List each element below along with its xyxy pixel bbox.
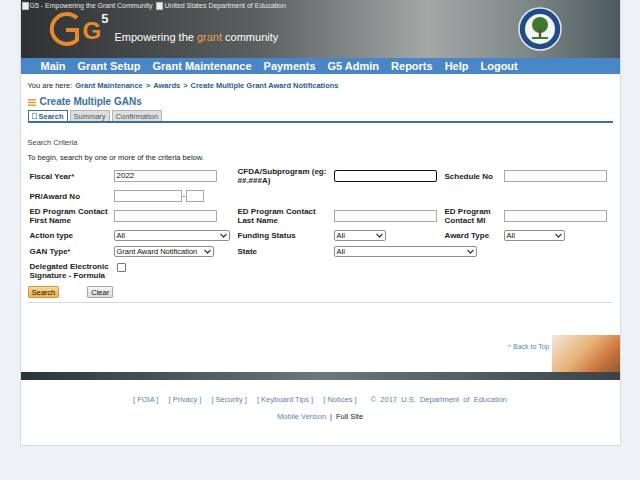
broken-image-alts: G5 - Empowering the Grant Community Unite… — [21, 0, 286, 10]
nav-item[interactable]: Logout — [480, 58, 517, 74]
text-input[interactable] — [504, 170, 607, 182]
dropdown-arrow-icon — [376, 233, 383, 238]
department-seal-icon — [518, 7, 562, 51]
search-button[interactable]: Search — [28, 286, 60, 298]
instruction-text: To begin, search by one or more of the c… — [28, 153, 613, 162]
text-input[interactable] — [504, 210, 607, 222]
search-form: Fiscal Year*2022 CFDA/Subprogram (eg: ##.… — [28, 167, 613, 280]
g5-swoosh-icon — [47, 10, 81, 48]
content: You are here:Grant Maintenance>Awards>Cr… — [21, 74, 620, 303]
field-label: Delegated Electronic Signature - Formula — [30, 262, 114, 280]
copyright: © 2017 U.S. Department of Education — [371, 395, 507, 404]
field-label: ED Program Contact First Name — [30, 207, 114, 225]
logo-letter: G — [83, 18, 102, 44]
select-dropdown[interactable]: All — [114, 230, 230, 241]
site-version-links: Mobile Version|Full Site — [277, 412, 363, 421]
dropdown-arrow-icon — [204, 249, 211, 254]
award-prefix-input[interactable] — [114, 190, 182, 202]
text-input[interactable] — [334, 170, 437, 182]
back-to-top-link[interactable]: ^ Back to Top — [508, 342, 550, 372]
tab-bar: SearchSummaryConfirmation — [28, 110, 613, 123]
footer-link[interactable]: [ Security ] — [211, 395, 246, 404]
form-row: Action typeAllFunding StatusAllAward Typ… — [30, 230, 613, 241]
nav-item[interactable]: Main — [41, 58, 66, 74]
classroom-photo — [552, 335, 620, 372]
logo-number: 5 — [101, 12, 108, 26]
award-number-inputs: - — [114, 190, 238, 202]
breadcrumb-link[interactable]: Grant Maintenance — [75, 81, 143, 90]
award-separator: - — [183, 191, 186, 201]
image-alt-text: United States Department of Education — [164, 1, 285, 10]
footer-link[interactable]: [ Notices ] — [323, 395, 356, 404]
nav-item[interactable]: Reports — [391, 58, 433, 74]
field-label: State — [238, 247, 334, 256]
field-label: Funding Status — [238, 231, 334, 240]
tab[interactable]: Confirmation — [112, 110, 163, 121]
page: G5 - Empowering the Grant Community Unite… — [0, 0, 640, 480]
section-title: Search Criteria — [28, 138, 613, 147]
form-row: Fiscal Year*2022 CFDA/Subprogram (eg: ##.… — [30, 167, 613, 185]
image-alt-text: G5 - Empowering the Grant Community — [30, 1, 153, 10]
site-version-link[interactable]: Mobile Version — [277, 412, 326, 421]
select-dropdown[interactable]: All — [334, 230, 386, 241]
nav-item[interactable]: Grant Setup — [78, 58, 141, 74]
header-banner: G5 - Empowering the Grant Community Unite… — [21, 0, 620, 58]
tab[interactable]: Summary — [70, 110, 110, 121]
logo: G5 Empowering the grant community — [21, 10, 286, 48]
bottom-area: ^ Back to Top — [21, 335, 620, 372]
field-label: ED Program Contact Last Name — [238, 207, 334, 225]
nav-item[interactable]: Payments — [264, 58, 316, 74]
field-label: Schedule No — [445, 172, 504, 181]
nav-bar: Main Grant Setup Grant Maintenance Payments… — [21, 58, 620, 74]
field-label: CFDA/Subprogram (eg: ##.###A) — [238, 167, 334, 185]
footer-link[interactable]: [ Keyboard Tips ] — [257, 395, 313, 404]
award-suffix-input[interactable] — [186, 190, 204, 202]
list-icon — [28, 99, 36, 106]
footer-link[interactable]: [ FOIA ] — [133, 395, 158, 404]
nav-item[interactable]: Help — [445, 58, 469, 74]
field-label: ED Program Contact MI — [445, 207, 504, 225]
form-row: Delegated Electronic Signature - Formula — [30, 262, 613, 280]
divider — [28, 302, 613, 303]
form-row: PR/Award No - — [30, 190, 613, 202]
checkbox[interactable] — [117, 263, 126, 272]
field-label: PR/Award No — [30, 192, 114, 201]
form-row: GAN Type*Grant Award Notification StateAl… — [30, 246, 613, 257]
main-panel: G5 - Empowering the Grant Community Unite… — [20, 0, 621, 446]
tab[interactable]: Search — [28, 110, 68, 121]
breadcrumb: You are here:Grant Maintenance>Awards>Cr… — [28, 81, 613, 90]
field-label: GAN Type* — [30, 247, 114, 256]
text-input[interactable] — [114, 210, 217, 222]
form-row: ED Program Contact First Name ED Program … — [30, 207, 613, 225]
footer-band — [21, 372, 620, 380]
tagline: Empowering the grant community — [114, 31, 278, 44]
select-dropdown[interactable]: All — [504, 230, 565, 241]
footer: [ FOIA ] [ Privacy ] [ Security ] [ Keyboar… — [21, 395, 620, 421]
tab-marker-icon — [32, 113, 37, 119]
dropdown-arrow-icon — [467, 249, 474, 254]
clear-button[interactable]: Clear — [87, 286, 113, 298]
site-version-link: Full Site — [336, 412, 363, 421]
dropdown-arrow-icon — [555, 233, 562, 238]
field-label: Action type — [30, 231, 114, 240]
select-dropdown[interactable]: All — [334, 246, 477, 257]
field-label: Award Type — [445, 231, 504, 240]
breadcrumb-link[interactable]: Awards — [153, 81, 180, 90]
text-input[interactable]: 2022 — [114, 170, 217, 182]
nav-item[interactable]: Grant Maintenance — [153, 58, 252, 74]
page-title: Create Multiple GANs — [28, 96, 613, 108]
field-label: Fiscal Year* — [30, 172, 114, 181]
nav-item[interactable]: G5 Admin — [328, 58, 380, 74]
broken-image-icon — [156, 2, 163, 10]
select-dropdown[interactable]: Grant Award Notification — [114, 246, 214, 257]
footer-link[interactable]: [ Privacy ] — [168, 395, 201, 404]
footer-links: [ FOIA ] [ Privacy ] [ Security ] [ Keyboar… — [133, 395, 507, 404]
broken-image-icon — [22, 2, 29, 10]
button-row: Search Clear — [28, 286, 613, 298]
text-input[interactable] — [334, 210, 437, 222]
dropdown-arrow-icon — [220, 233, 227, 238]
breadcrumb-link[interactable]: Create Multiple Grant Award Notification… — [191, 81, 339, 90]
